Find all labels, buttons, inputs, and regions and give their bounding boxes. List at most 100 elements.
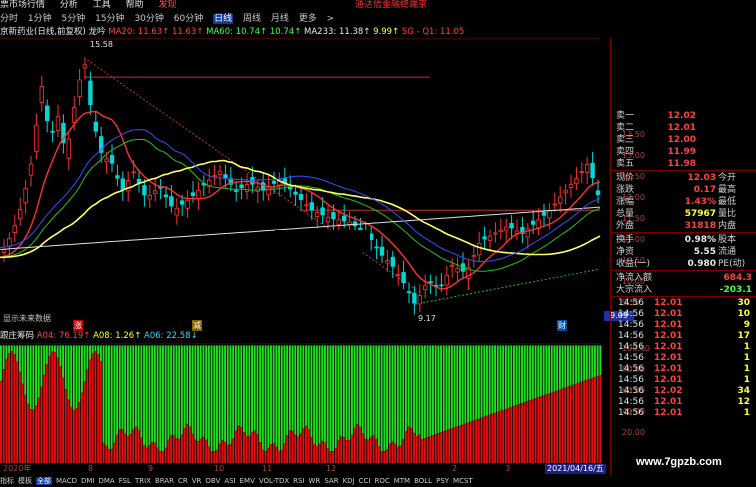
sell-order-row[interactable]: 卖一 12.02 [610, 110, 756, 122]
period-tab-fenshi[interactable]: 分时 [0, 14, 18, 24]
menu-item-market[interactable]: 票市场行情 [0, 0, 45, 10]
indicator-tab[interactable]: SAR [324, 477, 338, 485]
tick-row[interactable]: 14:56 12.01 1 [612, 364, 756, 375]
indicator-tab[interactable]: DMI [81, 477, 95, 485]
chip-bar-red [502, 409, 505, 463]
chevron-right-icon[interactable]: > [327, 14, 335, 24]
indicator-tab[interactable]: MTM [394, 477, 410, 485]
chip-bar-red [27, 403, 29, 463]
chip-bar-red [172, 435, 175, 463]
tick-price: 12.01 [654, 364, 683, 374]
period-tab-60min[interactable]: 60分钟 [174, 14, 203, 24]
tick-row[interactable]: 14:56 12.01 1 [612, 353, 756, 364]
sell-order-row[interactable]: 卖四 11.99 [610, 146, 756, 158]
tick-row[interactable]: 14:56 12.01 9 [612, 320, 756, 331]
menu-item-discover[interactable]: 发现 [159, 0, 177, 10]
chip-bar-green [121, 345, 124, 430]
chip-bar-green [218, 345, 221, 444]
tick-row[interactable]: 14:56 12.01 1 [612, 342, 756, 353]
chip-bar-red [307, 429, 310, 463]
indicator-tab[interactable]: ASI [224, 477, 235, 485]
tick-row[interactable]: 14:56 12.01 17 [612, 331, 756, 342]
candle-body [152, 190, 158, 195]
indicator-tab[interactable]: KDJ [343, 477, 355, 485]
candle-body [55, 115, 61, 132]
indicator-tab[interactable]: ROC [374, 477, 389, 485]
indicator-tab[interactable]: OBV [205, 477, 220, 485]
chip-bar-red [450, 428, 453, 463]
indicator-tab[interactable]: VR [192, 477, 202, 485]
candle-body [196, 189, 201, 199]
chip-bar-red [375, 438, 378, 463]
tick-time: 14:56 [618, 386, 644, 396]
indicator-tab[interactable]: EMV [240, 477, 255, 485]
menu-item-tools[interactable]: 工具 [93, 0, 111, 10]
tick-row[interactable]: 14:56 12.01 1 [612, 375, 756, 386]
menu-item-help[interactable]: 帮助 [126, 0, 144, 10]
chip-bar-red [477, 418, 480, 463]
period-tab-more[interactable]: 更多 [299, 14, 317, 24]
event-mark-up[interactable]: 涨 [73, 320, 83, 331]
candle-body [444, 274, 449, 286]
chip-bar-red [135, 426, 137, 463]
chip-bar-green [351, 345, 353, 435]
chip-bar-red [59, 366, 62, 463]
period-tab-daily[interactable]: 日线 [213, 14, 234, 24]
candle-body [579, 170, 584, 173]
chip-bar-red [299, 433, 302, 463]
chip-bar-green [483, 345, 486, 417]
a06-value: A06: 22.58 [144, 331, 191, 341]
tick-row[interactable]: 14:56 12.01 30 [612, 298, 756, 309]
indicator-tab[interactable]: CR [178, 477, 188, 485]
kline-chart[interactable] [0, 38, 610, 316]
tick-row[interactable]: 14:56 12.01 10 [612, 309, 756, 320]
indicator-tab[interactable]: 模板 [18, 477, 32, 485]
indicator-tab[interactable]: VOL-TDX [259, 477, 289, 485]
chips-chart[interactable] [0, 343, 610, 463]
chip-bar-green [151, 345, 154, 443]
chip-bar-red [480, 417, 483, 463]
indicator-tab[interactable]: TRIX [135, 477, 151, 485]
indicator-tab[interactable]: MCST [453, 477, 473, 485]
indicator-tab[interactable]: RSI [293, 477, 304, 485]
indicator-tab[interactable]: PSY [436, 477, 449, 485]
indicator-tab[interactable]: DMA [98, 477, 114, 485]
chip-bar-green [378, 345, 380, 447]
indicator-tab[interactable]: WR [309, 477, 321, 485]
sell-order-label: 卖五 [616, 159, 635, 169]
event-mark-reduce[interactable]: 减 [192, 320, 202, 331]
period-tab-monthly[interactable]: 月线 [271, 14, 289, 24]
period-tab-weekly[interactable]: 周线 [243, 14, 261, 24]
indicator-tab[interactable]: CCI [359, 477, 371, 485]
period-tab-30min[interactable]: 30分钟 [134, 14, 163, 24]
candle-body [449, 264, 455, 267]
tick-volume: 1 [743, 353, 750, 363]
date-label-sep: 9 [148, 464, 154, 473]
indicator-tab[interactable]: MACD [56, 477, 77, 485]
quote-row: 收益(一) 0.980 PE(动) [610, 258, 756, 270]
chip-bar-red [121, 429, 124, 463]
chip-bar-green [0, 345, 2, 381]
indicator-tab[interactable]: BRAR [155, 477, 174, 485]
candle-body [93, 121, 98, 132]
indicator-tab[interactable]: 全部 [36, 477, 52, 485]
period-tab-5min[interactable]: 5分钟 [62, 14, 86, 24]
tick-row[interactable]: 14:56 12.01 12 [612, 397, 756, 408]
event-mark-finance[interactable]: 财 [557, 320, 567, 331]
tick-row[interactable]: 14:56 12.02 34 [612, 386, 756, 397]
menu-item-analysis[interactable]: 分析 [60, 0, 78, 10]
tick-row[interactable]: 14:56 12.01 1 [612, 408, 756, 419]
period-tab-1min[interactable]: 1分钟 [28, 14, 52, 24]
sell-order-row[interactable]: 卖三 12.00 [610, 134, 756, 146]
candle-body [217, 170, 223, 175]
candle-body [104, 158, 109, 163]
indicator-tab[interactable]: BOLL [414, 477, 432, 485]
indicator-tab[interactable]: 指标 [0, 477, 14, 485]
chip-bar-red [545, 394, 548, 463]
indicator-tab[interactable]: FSL [119, 477, 131, 485]
period-tab-15min[interactable]: 15分钟 [95, 14, 124, 24]
chip-bar-green [140, 345, 143, 438]
sell-order-row[interactable]: 卖二 12.01 [610, 122, 756, 134]
current-date: 2021/04/16/五 [545, 464, 606, 474]
sell-order-row[interactable]: 卖五 11.98 [610, 158, 756, 170]
